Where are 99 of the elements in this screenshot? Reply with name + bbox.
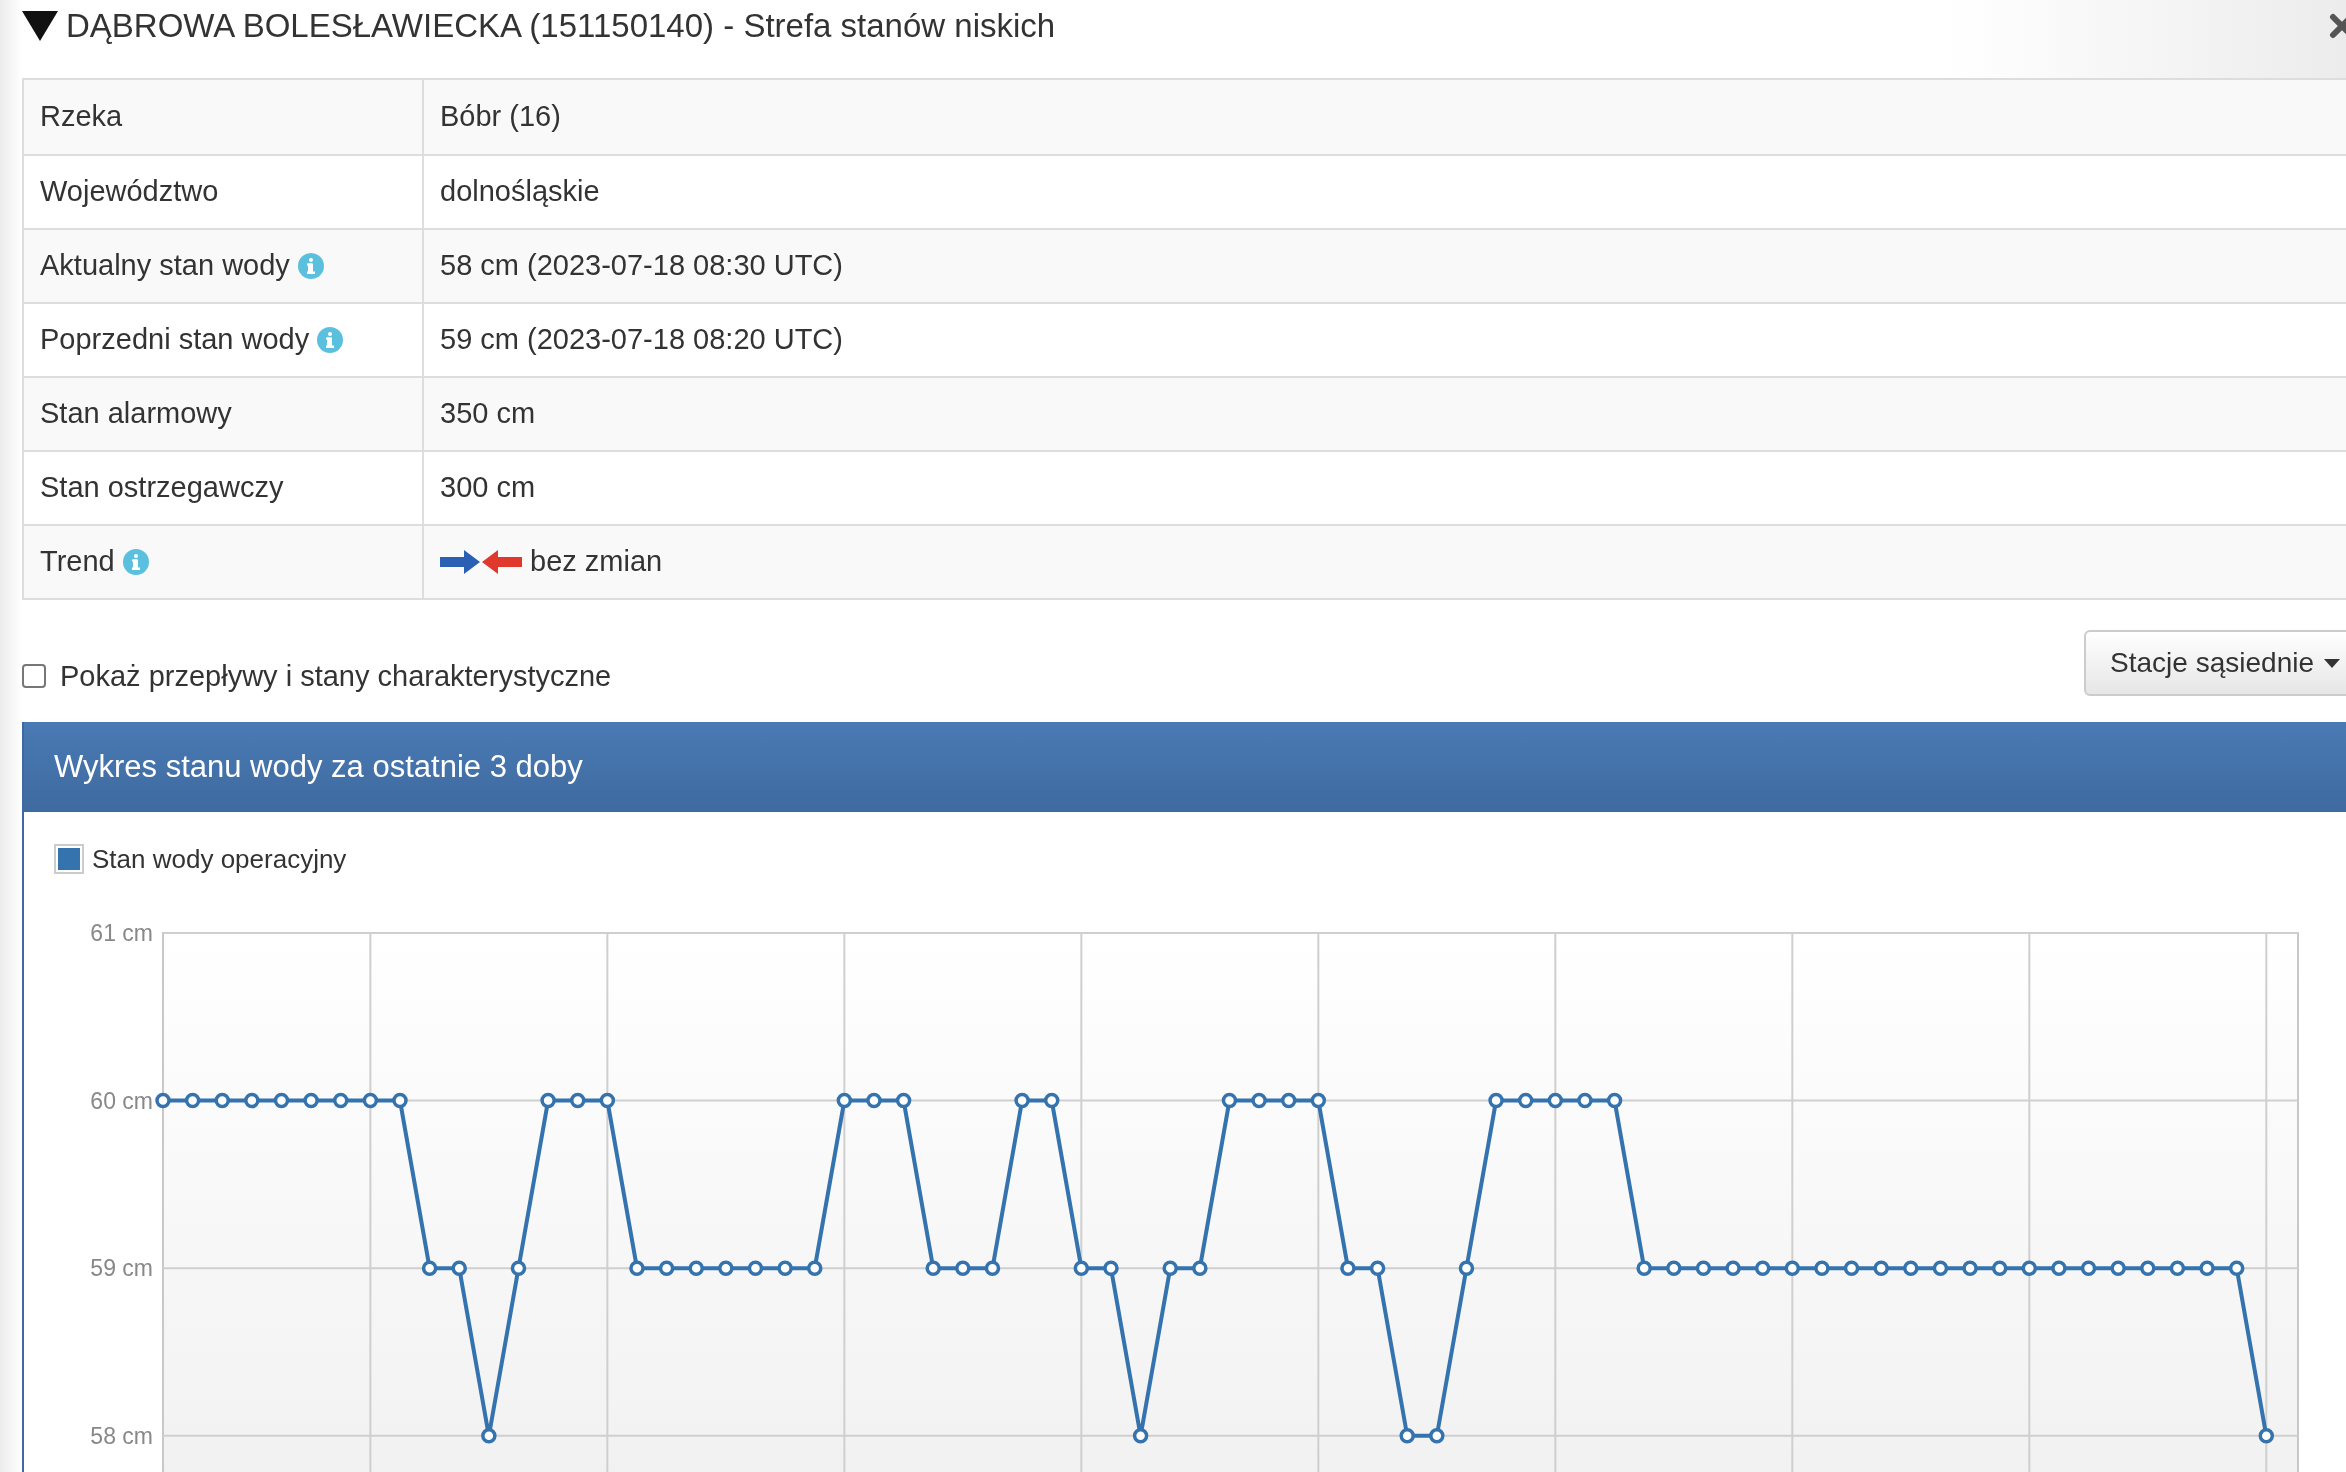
- data-point: [362, 1092, 379, 1109]
- data-point: [836, 1092, 853, 1109]
- data-point: [481, 1428, 497, 1444]
- data-point: [155, 1092, 171, 1109]
- data-point: [1962, 1260, 1978, 1276]
- data-point: [2051, 1260, 2067, 1276]
- data-point: [570, 1092, 586, 1109]
- data-point: [333, 1092, 349, 1109]
- data-point: [1754, 1260, 1771, 1276]
- legend-label: Stan wody operacyjny: [92, 842, 347, 876]
- data-point: [1814, 1260, 1830, 1276]
- data-point: [599, 1092, 616, 1109]
- data-point: [807, 1260, 823, 1276]
- caret-icon: [2324, 658, 2340, 668]
- data-point: [658, 1260, 675, 1276]
- data-point: [1547, 1092, 1564, 1109]
- modal-title: DĄBROWA BOLESŁAWIECKA (151150140) - Strefa stanów niskich: [66, 6, 1056, 47]
- data-point: [2169, 1260, 2186, 1276]
- row-label: Rzeka: [40, 99, 123, 135]
- steady-trend-icon: [440, 548, 522, 576]
- row-value: 350 cm: [440, 396, 536, 432]
- data-point: [1784, 1260, 1801, 1276]
- data-point: [1932, 1260, 1949, 1276]
- data-point: [1695, 1260, 1712, 1276]
- row-value: 59 cm (2023-07-18 08:20 UTC): [440, 322, 843, 358]
- data-point: [244, 1092, 260, 1109]
- row-label: Trend: [40, 544, 115, 580]
- data-point: [451, 1260, 467, 1276]
- data-point: [1488, 1092, 1504, 1109]
- data-point: [1162, 1260, 1178, 1276]
- data-point: [273, 1092, 290, 1109]
- row-label: Poprzedni stan wody: [40, 322, 310, 358]
- data-point: [2228, 1260, 2245, 1276]
- panel-title: Wykres stanu wody za ostatnie 3 doby: [54, 747, 583, 786]
- data-point: [1991, 1260, 2008, 1276]
- data-point: [540, 1092, 556, 1109]
- row-label: Aktualny stan wody: [40, 248, 290, 284]
- row-label: Województwo: [40, 174, 219, 210]
- data-point: [718, 1260, 734, 1276]
- data-point: [1280, 1092, 1297, 1109]
- data-point: [184, 1092, 201, 1109]
- data-point: [510, 1260, 527, 1276]
- y-axis-label: 58 cm: [90, 1422, 153, 1449]
- data-point: [2140, 1260, 2156, 1276]
- neighbor-stations-dropdown[interactable]: Stacje sąsiednie: [2084, 630, 2346, 696]
- data-point: [2110, 1260, 2126, 1276]
- data-point: [2021, 1260, 2038, 1276]
- data-point: [1369, 1260, 1386, 1276]
- row-value: 58 cm (2023-07-18 08:30 UTC): [440, 248, 843, 284]
- data-point: [1399, 1428, 1415, 1444]
- data-point: [2199, 1260, 2215, 1276]
- data-point: [866, 1092, 882, 1109]
- row-label: Stan ostrzegawczy: [40, 470, 284, 506]
- data-point: [629, 1260, 645, 1276]
- data-point: [1666, 1260, 1682, 1276]
- data-point: [777, 1260, 793, 1276]
- data-point: [2080, 1260, 2097, 1276]
- row-value: bez zmian: [530, 544, 663, 580]
- data-point: [214, 1092, 230, 1109]
- data-point: [392, 1092, 408, 1109]
- data-point: [1606, 1092, 1623, 1109]
- data-point: [2258, 1428, 2275, 1444]
- data-point: [747, 1260, 764, 1276]
- data-point: [421, 1260, 438, 1276]
- data-point: [1458, 1260, 1475, 1276]
- row-value: 300 cm: [440, 470, 536, 506]
- data-point: [1310, 1092, 1327, 1109]
- data-point: [1517, 1092, 1534, 1109]
- y-axis-label: 61 cm: [90, 920, 153, 946]
- data-point: [1251, 1092, 1267, 1109]
- y-axis-label: 59 cm: [90, 1255, 153, 1282]
- data-point: [1043, 1092, 1060, 1109]
- data-point: [1221, 1092, 1238, 1109]
- y-axis-label: 60 cm: [90, 1087, 153, 1114]
- data-point: [955, 1260, 971, 1276]
- data-point: [303, 1092, 319, 1109]
- data-point: [1132, 1428, 1149, 1444]
- row-value: Bóbr (16): [440, 99, 561, 135]
- data-point: [1103, 1260, 1119, 1276]
- data-point: [1636, 1260, 1652, 1276]
- data-point: [1725, 1260, 1741, 1276]
- data-point: [1073, 1260, 1090, 1276]
- data-point: [1873, 1260, 1889, 1276]
- row-value: dolnośląskie: [440, 174, 600, 210]
- data-point: [1014, 1092, 1030, 1109]
- data-point: [1903, 1260, 1919, 1276]
- data-point: [925, 1260, 941, 1276]
- data-point: [1577, 1092, 1593, 1109]
- data-point: [895, 1092, 912, 1109]
- data-point: [1429, 1428, 1445, 1444]
- data-point: [1843, 1260, 1860, 1276]
- data-point: [1192, 1260, 1208, 1276]
- collapse-triangle-icon[interactable]: [22, 11, 58, 41]
- checkbox-label: Pokaż przepływy i stany charakterystyczne: [60, 658, 612, 694]
- row-label: Stan alarmowy: [40, 396, 232, 432]
- data-point: [984, 1260, 1001, 1276]
- data-point: [1340, 1260, 1356, 1276]
- data-point: [688, 1260, 704, 1276]
- checkbox[interactable]: [22, 664, 46, 689]
